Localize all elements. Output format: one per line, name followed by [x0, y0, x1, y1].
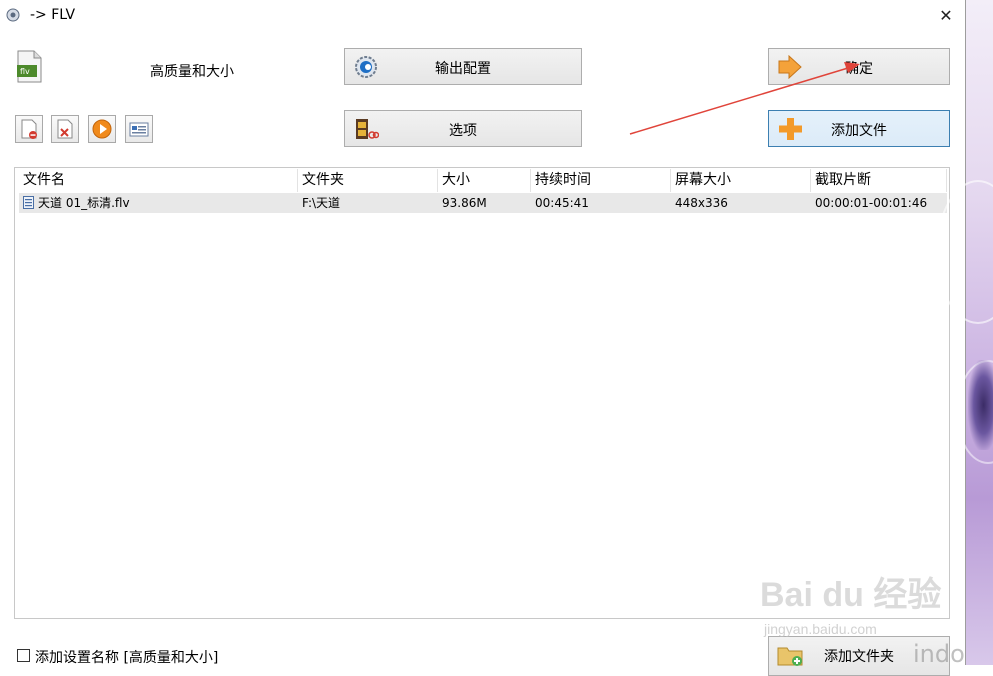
app-icon — [6, 8, 20, 22]
add-file-button[interactable]: 添加文件 — [768, 110, 950, 147]
output-config-button[interactable]: 输出配置 — [344, 48, 582, 85]
title-bar: -> FLV ✕ — [0, 0, 965, 32]
profile-name: 高质量和大小 — [150, 64, 234, 80]
svg-text:flv: flv — [20, 67, 30, 76]
desktop-background — [936, 0, 993, 665]
column-header-size[interactable]: 大小 — [438, 169, 531, 192]
add-setting-name-label: 添加设置名称 [高质量和大小] — [35, 650, 219, 666]
video-file-icon — [23, 196, 34, 209]
close-button[interactable]: ✕ — [933, 4, 959, 28]
column-header-screen[interactable]: 屏幕大小 — [671, 169, 811, 192]
play-button[interactable] — [88, 115, 116, 143]
cell-clip: 00:00:01-00:01:46 — [815, 196, 928, 210]
column-header-duration[interactable]: 持续时间 — [531, 169, 671, 192]
cell-folder: F:\天道 — [302, 196, 341, 210]
file-name: 天道 01_标清.flv — [38, 196, 130, 210]
list-header: 文件名 文件夹 大小 持续时间 屏幕大小 截取片断 — [19, 169, 947, 192]
window-title: -> FLV — [30, 7, 76, 23]
watermark-site: jingyan.baidu.com — [764, 621, 877, 637]
play-icon — [92, 119, 112, 139]
add-setting-name-checkbox[interactable] — [17, 649, 30, 662]
ok-label: 确定 — [845, 61, 873, 77]
options-button[interactable]: 选项 — [344, 110, 582, 147]
file-list[interactable]: 文件名 文件夹 大小 持续时间 屏幕大小 截取片断 天道 01_标清.flv F… — [14, 167, 950, 619]
options-label: 选项 — [449, 123, 477, 139]
cell-duration: 00:45:41 — [535, 196, 589, 210]
column-header-clip[interactable]: 截取片断 — [811, 169, 947, 192]
column-header-folder[interactable]: 文件夹 — [298, 169, 438, 192]
info-icon — [129, 122, 149, 137]
delete-icon — [57, 119, 73, 139]
wallpaper-butterfly — [968, 360, 993, 450]
delete-button[interactable] — [51, 115, 79, 143]
cell-name: 天道 01_标清.flv — [19, 193, 298, 213]
cell-size: 93.86M — [442, 196, 487, 210]
cell-screen: 448x336 — [675, 196, 728, 210]
remove-icon — [21, 119, 37, 139]
ok-button[interactable]: 确定 — [768, 48, 950, 85]
column-header-name[interactable]: 文件名 — [19, 169, 298, 192]
output-config-label: 输出配置 — [435, 61, 491, 77]
remove-button[interactable] — [15, 115, 43, 143]
info-button[interactable] — [125, 115, 153, 143]
table-row[interactable]: 天道 01_标清.flv F:\天道 93.86M 00:45:41 448x3… — [19, 193, 947, 213]
flv-file-icon: flv — [17, 50, 42, 83]
converter-window: -> FLV ✕ flv 高质量和大小 输出配置 确定 选项 添加文件 文件名 … — [0, 0, 993, 676]
add-file-label: 添加文件 — [831, 123, 887, 139]
